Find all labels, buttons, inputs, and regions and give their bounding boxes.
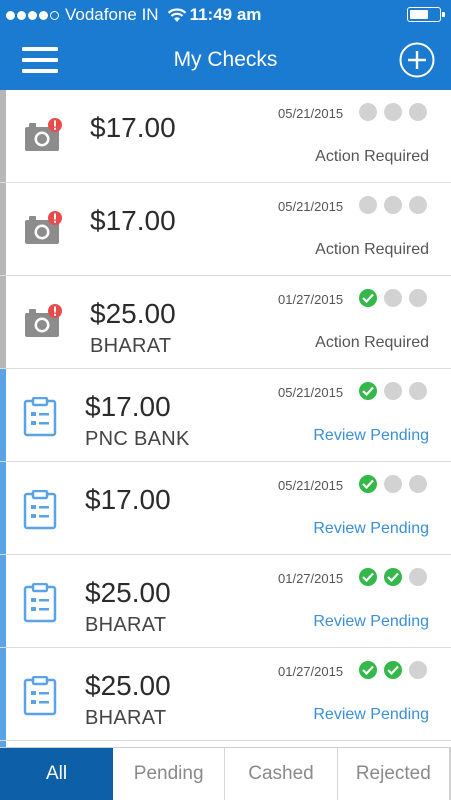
step-complete-icon — [359, 475, 377, 493]
step-incomplete-icon — [384, 475, 402, 493]
camera-alert-icon — [24, 304, 64, 340]
step-complete-icon — [359, 289, 377, 307]
step-incomplete-icon — [384, 196, 402, 214]
step-complete-icon — [384, 661, 402, 679]
step-incomplete-icon — [359, 103, 377, 121]
check-date: 05/21/2015 — [278, 385, 344, 400]
navigation-bar: My Checks — [0, 30, 451, 90]
check-row[interactable]: $25.00 BHARAT 01/27/2015 Review Pending — [0, 648, 451, 741]
check-status: Review Pending — [313, 520, 429, 537]
check-amount: $25.00 — [90, 298, 176, 329]
status-stripe — [0, 462, 6, 554]
check-date: 01/27/2015 — [278, 571, 344, 586]
check-row[interactable]: $17.00 05/21/2015 Review Pending — [0, 462, 451, 555]
clipboard-icon — [22, 675, 58, 716]
status-stripe — [0, 276, 6, 368]
progress-indicator — [359, 568, 427, 586]
status-stripe — [0, 90, 6, 182]
step-complete-icon — [359, 661, 377, 679]
battery-icon — [407, 7, 445, 22]
step-incomplete-icon — [359, 196, 377, 214]
check-list: $17.00 05/21/2015 Action Required $17.00 05… — [0, 90, 451, 747]
status-bar: Vodafone IN 11:49 am — [0, 0, 451, 30]
check-payee: BHARAT — [90, 335, 172, 357]
step-incomplete-icon — [384, 103, 402, 121]
check-amount: $17.00 — [90, 205, 176, 236]
tab-pending[interactable]: Pending — [113, 748, 226, 800]
step-incomplete-icon — [384, 289, 402, 307]
step-incomplete-icon — [409, 661, 427, 679]
check-row[interactable]: $25.00 BHARAT 01/27/2015 Action Required — [0, 276, 451, 369]
check-status: Action Required — [315, 334, 429, 351]
status-stripe — [0, 183, 6, 275]
tab-rejected[interactable]: Rejected — [338, 748, 451, 800]
check-amount: $17.00 — [85, 484, 171, 515]
check-payee: BHARAT — [85, 707, 167, 729]
check-date: 01/27/2015 — [278, 664, 344, 679]
check-date: 05/21/2015 — [278, 199, 344, 214]
check-amount: $17.00 — [90, 112, 176, 143]
step-incomplete-icon — [409, 289, 427, 307]
progress-indicator — [359, 382, 427, 400]
check-payee: PNC BANK — [85, 428, 190, 450]
status-stripe — [0, 648, 6, 740]
clipboard-icon — [22, 396, 58, 437]
status-stripe — [0, 369, 6, 461]
step-complete-icon — [384, 568, 402, 586]
camera-alert-icon — [24, 211, 64, 247]
check-amount: $25.00 — [85, 670, 171, 701]
check-amount: $17.00 — [85, 391, 171, 422]
step-incomplete-icon — [409, 382, 427, 400]
status-stripe — [0, 555, 6, 647]
check-status: Review Pending — [313, 613, 429, 630]
check-row[interactable]: $17.00 PNC BANK 05/21/2015 Review Pending — [0, 369, 451, 462]
clock: 11:49 am — [189, 5, 262, 24]
step-complete-icon — [359, 568, 377, 586]
filter-tab-bar: All Pending Cashed Rejected — [0, 747, 451, 800]
progress-indicator — [359, 661, 427, 679]
check-status: Action Required — [315, 148, 429, 165]
step-incomplete-icon — [409, 475, 427, 493]
page-title: My Checks — [173, 48, 278, 71]
check-date: 05/21/2015 — [278, 106, 344, 121]
check-status: Review Pending — [313, 706, 429, 723]
step-incomplete-icon — [409, 568, 427, 586]
check-status: Action Required — [315, 241, 429, 258]
progress-indicator — [359, 196, 427, 214]
check-payee: BHARAT — [85, 614, 167, 636]
clipboard-icon — [22, 582, 58, 623]
tab-cashed[interactable]: Cashed — [225, 748, 338, 800]
check-row[interactable]: $25.00 BHARAT 01/27/2015 Review Pending — [0, 555, 451, 648]
check-date: 05/21/2015 — [278, 478, 344, 493]
step-incomplete-icon — [409, 103, 427, 121]
step-incomplete-icon — [384, 382, 402, 400]
check-row[interactable]: $17.00 05/21/2015 Action Required — [0, 183, 451, 276]
progress-indicator — [359, 475, 427, 493]
step-incomplete-icon — [409, 196, 427, 214]
tab-all[interactable]: All — [0, 748, 113, 800]
camera-alert-icon — [24, 118, 64, 154]
check-row[interactable]: $17.00 05/21/2015 Action Required — [0, 90, 451, 183]
step-complete-icon — [359, 382, 377, 400]
check-status: Review Pending — [313, 427, 429, 444]
check-amount: $25.00 — [85, 577, 171, 608]
progress-indicator — [359, 103, 427, 121]
clipboard-icon — [22, 489, 58, 530]
progress-indicator — [359, 289, 427, 307]
check-date: 01/27/2015 — [278, 292, 344, 307]
add-check-icon[interactable] — [399, 42, 435, 78]
